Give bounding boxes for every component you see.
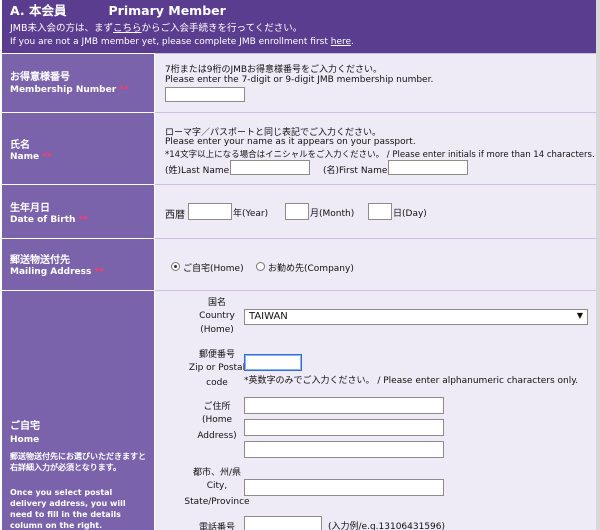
- first-name-input[interactable]: [388, 160, 468, 175]
- membership-label-en-text: Membership Number: [10, 85, 117, 95]
- section-title-ja: A. 本会員: [10, 3, 67, 18]
- last-name-input[interactable]: [230, 160, 310, 175]
- mailing-label-en: Mailing Address **: [10, 267, 104, 277]
- section-header: A. 本会員 Primary Member JMB未入会の方は、まずこちらからご入…: [2, 0, 597, 53]
- name-label-cell: 氏名 Name **: [2, 112, 154, 185]
- membership-number-input[interactable]: [165, 87, 245, 102]
- dob-value-cell: 西暦 年(Year) 月(Month) 日(Day): [155, 184, 596, 239]
- required-mark: **: [119, 85, 129, 95]
- address-label-address: Address): [197, 431, 237, 441]
- membership-value-cell: 7桁または9桁のJMBお得意様番号をご入力ください。 Please enter …: [155, 53, 596, 113]
- name-label-en-text: Name: [10, 152, 40, 162]
- membership-label-ja: お得意様番号: [10, 72, 70, 83]
- section-title-en: Primary Member: [108, 3, 226, 18]
- country-label-home: (Home): [200, 325, 234, 335]
- name-value-cell: ローマ字／パスポートと同じ表記でご入力ください。 Please enter yo…: [155, 112, 596, 185]
- required-mark: **: [94, 267, 104, 277]
- address-line1-input[interactable]: [244, 397, 444, 414]
- mailing-home-radio[interactable]: [171, 262, 180, 271]
- required-mark: **: [42, 152, 52, 162]
- membership-note-ja: 7桁または9桁のJMBお得意様番号をご入力ください。: [165, 65, 383, 75]
- country-label-en: Country: [199, 311, 235, 321]
- mailing-company-radio[interactable]: [256, 262, 265, 271]
- home-label-cell: ご自宅 Home 郵送物送付先にお選びいただきますと右詳細入力が必須となります。…: [2, 290, 154, 530]
- section-title: A. 本会員 Primary Member: [10, 0, 226, 19]
- first-name-label: (名)First Name: [323, 166, 388, 176]
- birth-year-input[interactable]: [188, 203, 232, 220]
- phone-input[interactable]: [244, 516, 322, 530]
- mailing-home-label: ご自宅(Home): [183, 264, 244, 274]
- name-label-en: Name **: [10, 152, 52, 162]
- birth-month-label: 月(Month): [310, 209, 355, 219]
- home-label-ja: ご自宅: [10, 421, 40, 432]
- country-selected-value: TAIWAN: [249, 311, 288, 322]
- mailing-label-en-text: Mailing Address: [10, 267, 92, 277]
- phone-example-note: (入力例/e.g.13106431596): [328, 522, 446, 530]
- window-edge: [596, 0, 600, 530]
- mailing-label-ja: 郵送物送付先: [10, 255, 70, 266]
- dob-label-ja: 生年月日: [10, 203, 50, 214]
- country-select[interactable]: TAIWAN ▼: [244, 309, 588, 325]
- enroll-notice-en-text-end: .: [351, 37, 354, 47]
- home-label-en: Home: [10, 435, 40, 445]
- last-name-label: (姓)Last Name: [165, 166, 230, 176]
- dob-label-cell: 生年月日 Date of Birth **: [2, 184, 154, 239]
- dob-era-label: 西暦: [165, 210, 185, 221]
- enrollment-form: A. 本会員 Primary Member JMB未入会の方は、まずこちらからご入…: [0, 0, 600, 530]
- birth-day-label: 日(Day): [393, 209, 427, 219]
- address-label-home: (Home: [201, 415, 233, 425]
- home-note-en: Once you select postal delivery address,…: [10, 488, 126, 530]
- city-label-state: State/Province: [184, 497, 250, 507]
- enroll-notice-ja-text-end: からご入会手続きを行ってください。: [141, 23, 303, 34]
- home-value-cell: 国名 Country (Home) TAIWAN ▼ 郵便番号 Zip or P…: [155, 290, 596, 530]
- enroll-notice-en-text: If you are not a JMB member yet, please …: [10, 37, 331, 47]
- birth-year-label: 年(Year): [233, 209, 269, 219]
- enroll-link-en[interactable]: here: [331, 37, 351, 47]
- enroll-link-ja[interactable]: こちら: [113, 23, 142, 34]
- membership-label-cell: お得意様番号 Membership Number **: [2, 53, 154, 113]
- mailing-value-cell: ご自宅(Home) お勤め先(Company): [155, 238, 596, 291]
- dob-label-en: Date of Birth **: [10, 215, 88, 225]
- address-label-ja: ご住所: [203, 402, 231, 412]
- home-note-ja: 郵送物送付先にお選びいただきますと右詳細入力が必須となります。: [10, 452, 146, 472]
- address-line3-input[interactable]: [244, 441, 444, 458]
- mailing-label-cell: 郵送物送付先 Mailing Address **: [2, 238, 154, 291]
- phone-label-ja: 電話番号: [198, 523, 235, 530]
- mailing-company-label: お勤め先(Company): [268, 264, 354, 274]
- membership-note-en: Please enter the 7-digit or 9-digit JMB …: [165, 75, 434, 85]
- enroll-notice-ja-text: JMB未入会の方は、まず: [10, 23, 114, 34]
- enroll-notice-ja: JMB未入会の方は、まずこちらからご入会手続きを行ってください。: [10, 20, 302, 34]
- address-line2-input[interactable]: [244, 419, 444, 436]
- name-label-ja: 氏名: [10, 140, 30, 151]
- zip-label-code: code: [206, 378, 228, 388]
- name-note-passport: Please enter your name as it appears on …: [165, 137, 416, 147]
- name-note-initials: *14文字以上になる場合はイニシャルをご入力ください。 / Please ent…: [165, 150, 595, 160]
- membership-label-en: Membership Number **: [10, 85, 129, 95]
- country-label-ja: 国名: [207, 298, 226, 308]
- required-mark: **: [78, 215, 88, 225]
- birth-day-input[interactable]: [368, 203, 392, 220]
- zip-label-ja: 郵便番号: [198, 350, 235, 360]
- city-input[interactable]: [244, 479, 444, 496]
- enroll-notice-en: If you are not a JMB member yet, please …: [10, 37, 354, 47]
- zip-label-en: Zip or Postal: [188, 363, 246, 373]
- birth-month-input[interactable]: [285, 203, 309, 220]
- city-label-ja: 都市、州/県: [192, 468, 242, 478]
- dropdown-arrow-icon: ▼: [576, 311, 583, 320]
- zip-code-input[interactable]: [244, 354, 302, 371]
- dob-label-en-text: Date of Birth: [10, 215, 76, 225]
- zip-note: *英数字のみでご入力ください。 / Please enter alphanume…: [244, 376, 579, 386]
